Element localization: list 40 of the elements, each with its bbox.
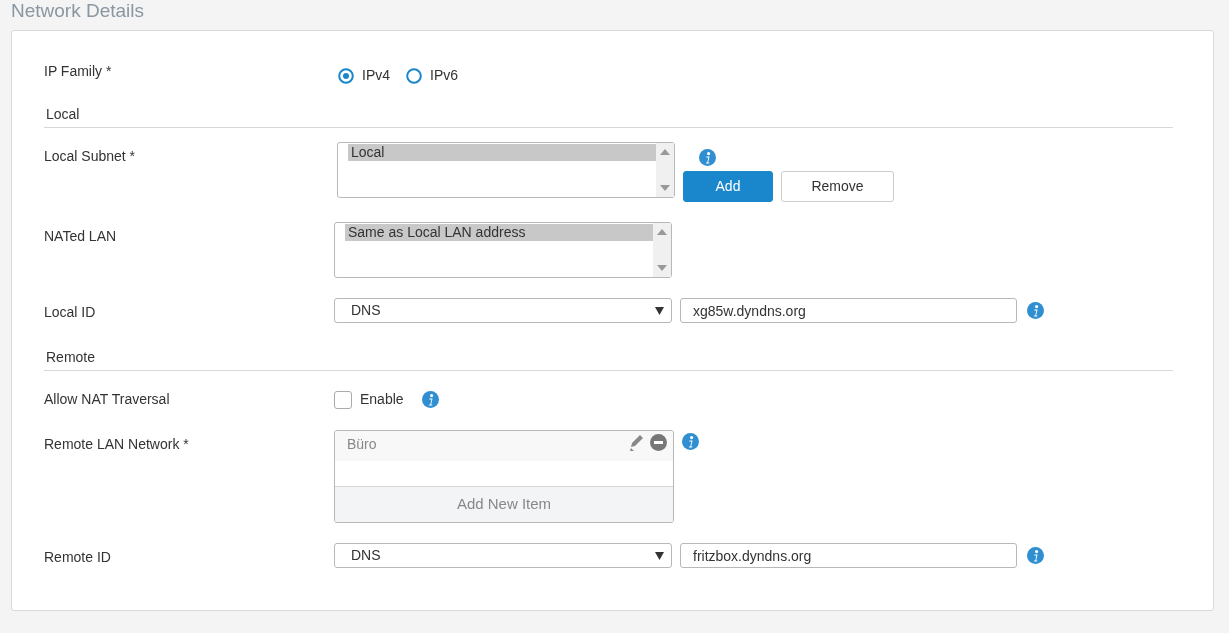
scroll-up-icon[interactable] [660,149,670,155]
dropdown[interactable]: DNS [334,543,672,568]
field-label: Remote LAN Network * [44,435,190,454]
list-box[interactable]: Same as Local LAN address [334,222,672,278]
info-icon[interactable] [682,433,699,450]
section-heading: Local [44,104,1173,128]
list-option[interactable]: Same as Local LAN address [345,224,653,241]
text-input[interactable]: xg85w.dyndns.org [680,298,1017,323]
list-option[interactable]: Local [348,144,656,161]
checkbox[interactable] [334,390,352,409]
field-label: Local ID [44,303,97,322]
list-item-text: Büro [347,435,377,454]
field-label: Remote ID [44,548,112,567]
list-box[interactable]: Local [337,142,675,198]
checkbox-label[interactable]: Enable [360,389,404,410]
field-label: Allow NAT Traversal [44,390,171,409]
remove-button[interactable]: Remove [781,171,894,202]
field-label: IP Family * [44,62,113,81]
info-icon[interactable] [1027,302,1044,319]
page-title: Network Details [10,0,146,22]
section-heading: Remote [44,347,1173,371]
radio-label[interactable]: IPv4 [362,65,390,86]
info-icon[interactable] [1027,547,1044,564]
field-label: Local Subnet * [44,147,137,166]
text-input[interactable]: fritzbox.dyndns.org [680,543,1017,568]
radio-button[interactable] [338,67,354,84]
pencil-icon[interactable] [629,434,646,451]
scroll-down-icon[interactable] [660,185,670,191]
caret-icon[interactable] [655,551,664,560]
scroll-down-icon[interactable] [657,265,667,271]
info-icon[interactable] [699,148,716,166]
radio-button[interactable] [406,67,422,84]
field-label: NATed LAN [44,227,118,246]
minus-circle-icon[interactable] [650,434,667,451]
dropdown[interactable]: DNS [334,298,672,323]
radio-label[interactable]: IPv6 [430,65,459,86]
caret-icon[interactable] [655,306,664,315]
add-button[interactable]: Add [683,171,773,202]
info-icon[interactable] [421,391,439,408]
scroll-up-icon[interactable] [657,229,667,235]
